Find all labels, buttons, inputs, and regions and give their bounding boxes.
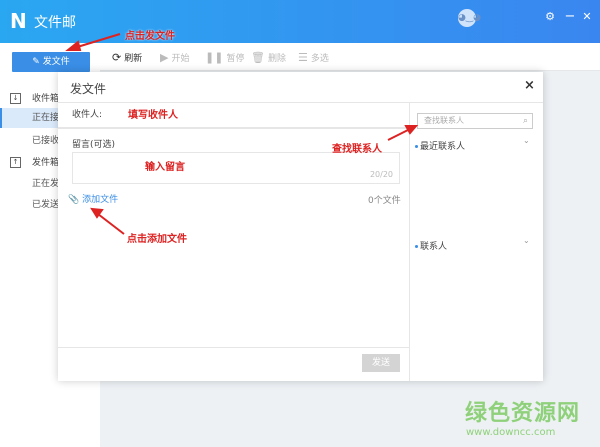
arrowhead [65,40,82,51]
annotation-click-send: 点击发文件 [125,31,175,42]
annotation-click-add-file: 点击添加文件 [127,234,187,245]
annotation-arrows [65,33,419,235]
annotation-fill-recipient: 填写收件人 [128,110,178,121]
annotation-input-message: 输入留言 [145,162,185,173]
watermark-name: 绿色资源网 [465,401,581,426]
arrowhead [404,125,419,135]
annotation-find-contact: 查找联系人 [332,144,382,155]
watermark-url: www.downcc.com [466,427,556,438]
arrow-send [73,33,121,49]
